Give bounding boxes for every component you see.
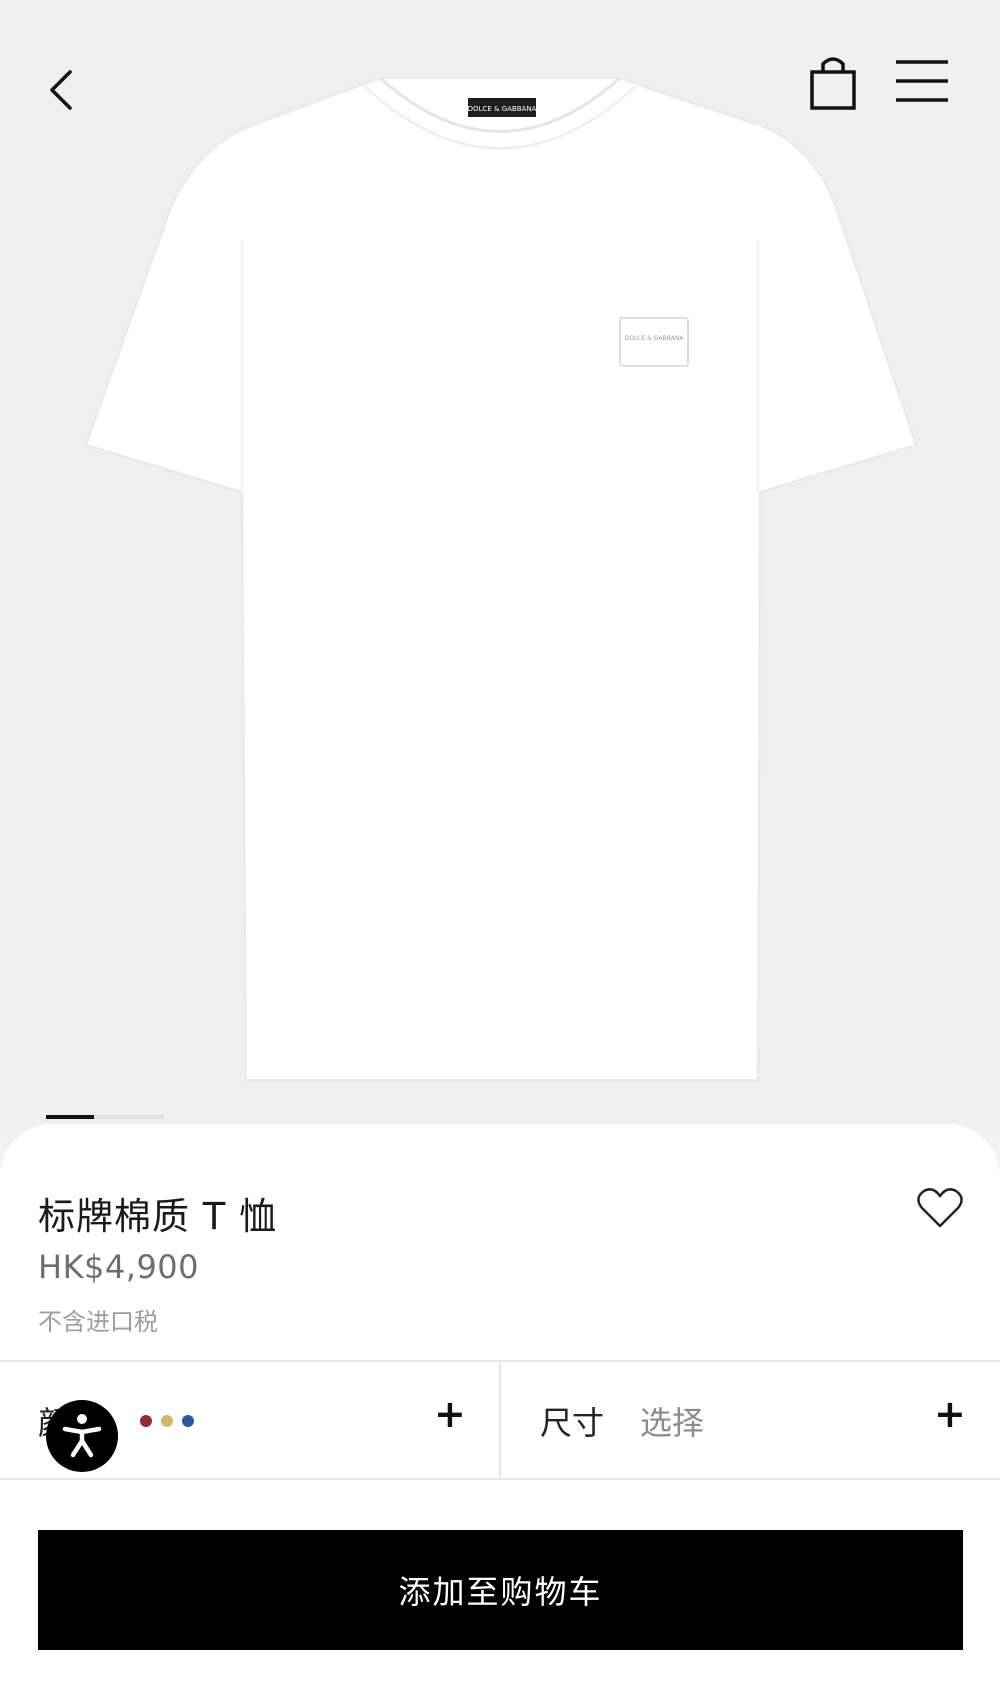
color-swatch-blue xyxy=(182,1415,194,1427)
size-value: 选择 xyxy=(640,1404,705,1442)
neck-label-text: DOLCE & GABBANA xyxy=(468,105,537,113)
tax-note: 不含进口税 xyxy=(38,1308,158,1336)
size-selector[interactable]: 尺寸 选择 + xyxy=(502,1362,1000,1478)
shopping-bag-button[interactable] xyxy=(806,52,862,114)
wishlist-button[interactable] xyxy=(916,1186,964,1230)
hamburger-menu-icon xyxy=(896,60,948,102)
add-to-cart-button[interactable]: 添加至购物车 xyxy=(38,1530,963,1650)
accessibility-icon xyxy=(62,1414,102,1458)
menu-button[interactable] xyxy=(892,56,952,106)
back-button[interactable] xyxy=(40,60,84,120)
product-title: 标牌棉质 T 恤 xyxy=(38,1195,278,1238)
chevron-left-icon xyxy=(50,70,72,110)
heart-icon xyxy=(917,1188,963,1228)
size-expand-icon: + xyxy=(934,1392,966,1436)
product-price: HK$4,900 xyxy=(38,1248,200,1286)
image-carousel-indicator[interactable] xyxy=(46,1115,164,1119)
accessibility-button[interactable] xyxy=(46,1400,118,1472)
product-image: DOLCE & GABBANA DOLCE & GABBANA xyxy=(0,0,1000,1130)
color-expand-icon: + xyxy=(434,1392,466,1436)
size-label: 尺寸 xyxy=(540,1404,605,1442)
color-swatch-gold xyxy=(161,1415,173,1427)
color-swatch-red xyxy=(140,1415,152,1427)
shopping-bag-icon xyxy=(810,57,856,110)
options-divider xyxy=(499,1360,501,1480)
brand-plate xyxy=(619,317,689,367)
tshirt-image: DOLCE & GABBANA DOLCE & GABBANA xyxy=(84,76,918,1081)
carousel-active-indicator xyxy=(46,1115,94,1119)
brand-plate-text: DOLCE & GABBANA xyxy=(625,335,685,342)
